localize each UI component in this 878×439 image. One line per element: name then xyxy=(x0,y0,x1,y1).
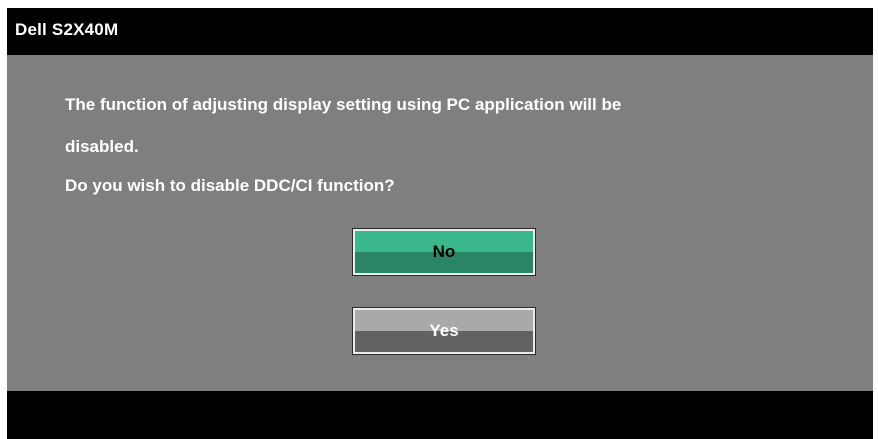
dialog-content: The function of adjusting display settin… xyxy=(7,55,873,391)
osd-dialog: Dell S2X40M The function of adjusting di… xyxy=(7,8,873,439)
message-line-1: The function of adjusting display settin… xyxy=(65,95,622,114)
question-text: Do you wish to disable DDC/CI function? xyxy=(65,176,395,195)
message-line-2: disabled. xyxy=(65,137,139,156)
yes-button[interactable]: Yes xyxy=(353,308,535,354)
window-title: Dell S2X40M xyxy=(15,20,119,39)
footer-bar xyxy=(7,391,873,439)
title-bar: Dell S2X40M xyxy=(7,8,873,55)
no-button[interactable]: No xyxy=(353,229,535,275)
